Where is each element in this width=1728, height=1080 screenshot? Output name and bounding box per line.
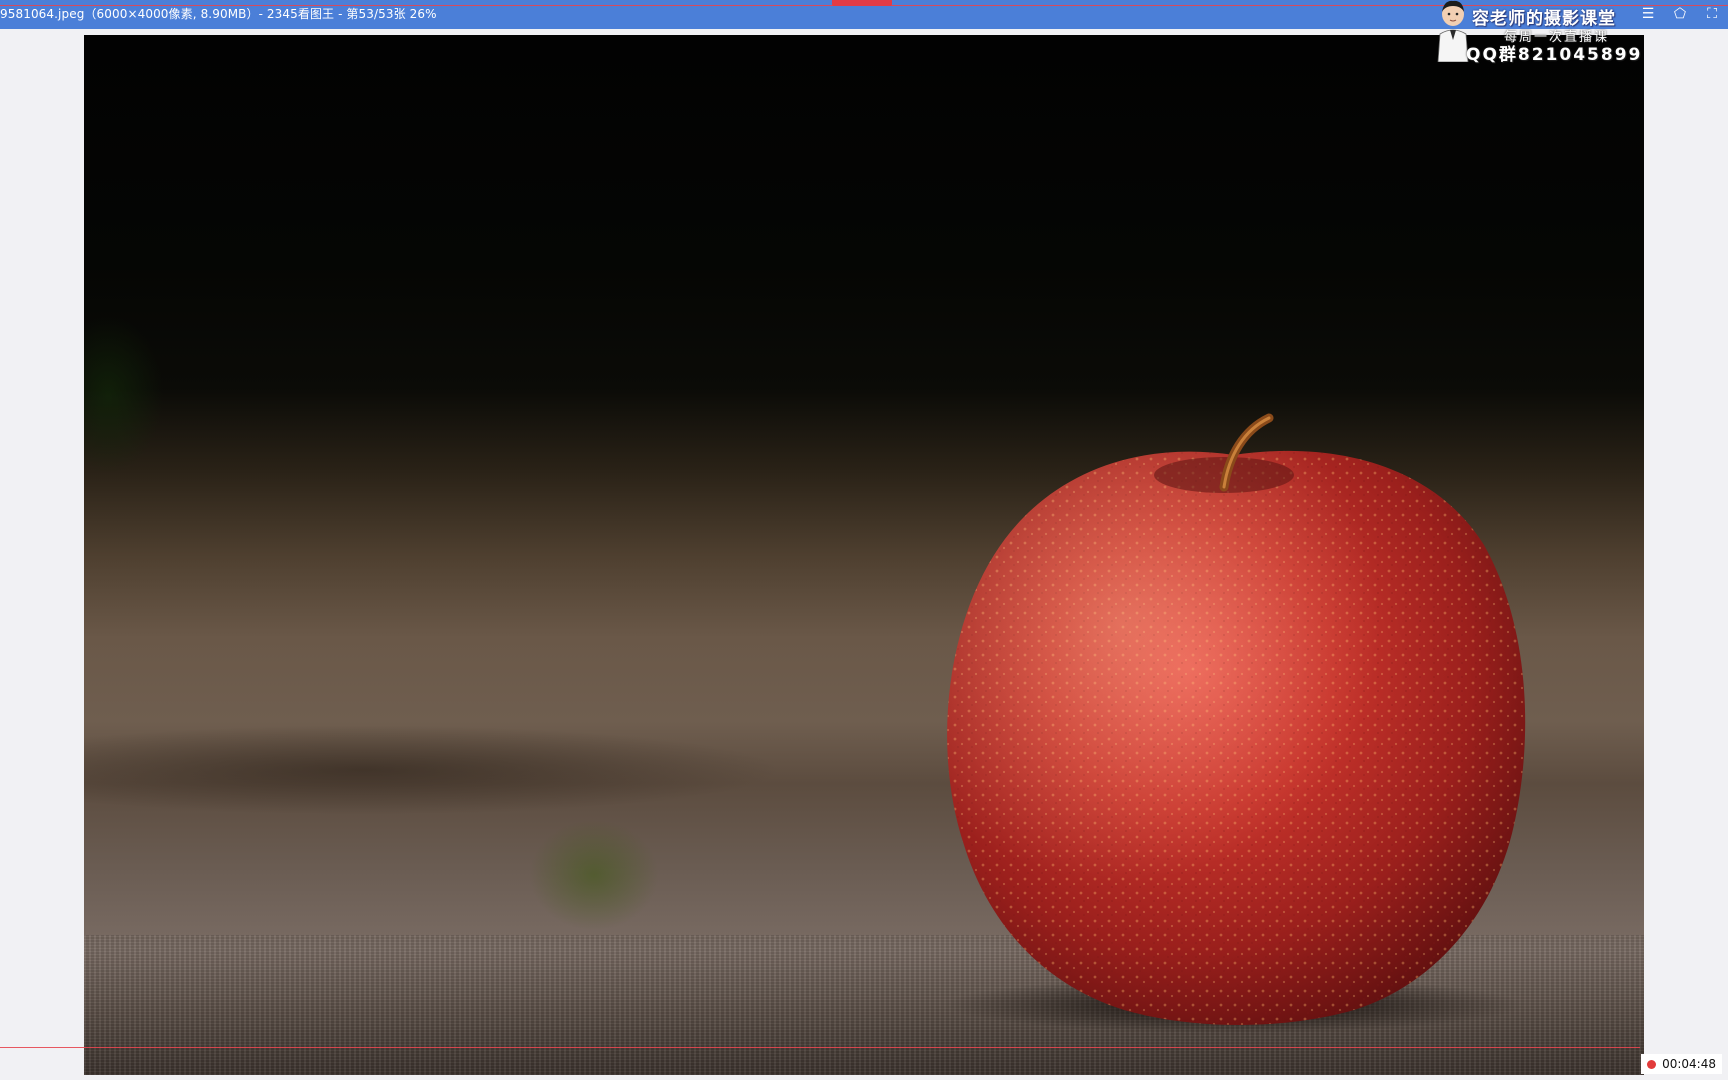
skin-icon[interactable]: ⬠ [1664,0,1696,29]
fullscreen-icon[interactable]: ⛶ [1696,0,1728,29]
recording-timer[interactable]: 00:04:48 [1641,1054,1722,1074]
window-title: 9581064.jpeg（6000×4000像素, 8.90MB）- 2345看… [0,7,437,21]
record-dot-icon [1647,1059,1657,1069]
watermark-qq-group: QQ群821045899 [1466,45,1643,65]
window-controls: ☰ ⬠ ⛶ [1632,0,1728,29]
apple-illustration [944,413,1526,1033]
bottom-guide-line [0,1047,1640,1048]
displayed-photo[interactable] [84,35,1644,1075]
image-viewer[interactable] [0,29,1728,1080]
watermark: 容老师的摄影课堂 每周一次直播课 QQ群821045899 [1432,0,1642,66]
recording-elapsed: 00:04:48 [1662,1057,1716,1071]
top-drag-indicator[interactable] [832,0,892,6]
